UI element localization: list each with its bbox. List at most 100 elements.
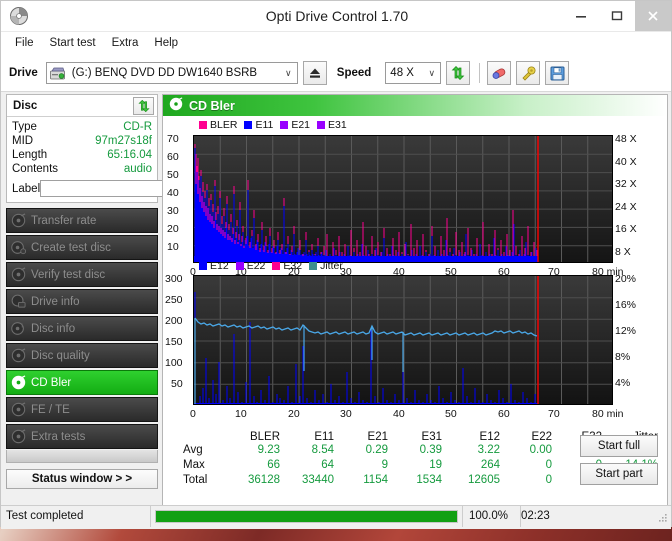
sidebar-item-cd-bler[interactable]: CD Bler (6, 370, 158, 395)
disc-verify-icon (7, 267, 29, 282)
sidebar-item-extra-tests[interactable]: Extra tests (6, 424, 158, 449)
start-full-button[interactable]: Start full (580, 435, 658, 457)
sidebar-item-create-test-disc[interactable]: Create test disc (6, 235, 158, 260)
legend-label-e32: E32 (283, 260, 303, 272)
speed-select[interactable]: 48 X ∨ (385, 62, 442, 84)
progress-bar (151, 505, 463, 527)
stats-total-e22: 0 (545, 474, 552, 486)
progress-percent-label: 100.0% (463, 505, 521, 527)
chart-e12-svg (194, 276, 612, 404)
stats-max-bler: 66 (267, 459, 280, 471)
start-buttons: Start full Start part (580, 435, 658, 491)
ytick2-200: 200 (165, 315, 183, 327)
speed-label: Speed (336, 67, 372, 79)
ytick2-50: 50 (171, 378, 183, 390)
ytick2-250: 250 (165, 294, 183, 306)
disc-quality-icon (7, 348, 29, 363)
sidebar-label-extra-tests: Extra tests (31, 430, 86, 443)
disc-row-mid: MID 97m27s18f (12, 134, 152, 148)
stats-row-label-avg: Avg (183, 444, 203, 456)
disc-row-contents: Contents audio (12, 162, 152, 176)
disc-burn-icon (7, 240, 29, 255)
stats-avg-e31: 0.39 (419, 444, 442, 456)
panel-title: CD Bler (189, 98, 235, 113)
stats-max-e21: 9 (381, 459, 388, 471)
stats-col-bler: BLER (249, 431, 280, 443)
progress-track (155, 509, 458, 523)
drive-info-icon (7, 294, 29, 309)
xtick2-60: 60 (498, 408, 510, 420)
pct-tick-8: 8% (615, 351, 631, 363)
ytick2-100: 100 (165, 357, 183, 369)
start-part-button[interactable]: Start part (580, 463, 658, 485)
stats-col-e21: E21 (367, 431, 388, 443)
elapsed-time: 02:23 (521, 510, 550, 522)
cd-bler-icon (169, 97, 183, 114)
legend-label-e11: E11 (255, 119, 274, 131)
resize-grip-icon[interactable] (658, 513, 668, 523)
menu-item-file[interactable]: File (7, 35, 42, 51)
speed-tick-16x: 16 X (615, 223, 637, 235)
legend-label-e22: E22 (246, 260, 266, 272)
content-area: Disc Type CD-R MID 97m27s18f Length 65:1… (1, 92, 671, 529)
close-button[interactable] (635, 1, 671, 31)
stats-col-e12: E12 (479, 431, 500, 443)
disc-key-contents: Contents (12, 163, 59, 175)
legend-label-e31: E31 (328, 119, 347, 131)
sidebar-item-disc-quality[interactable]: Disc quality (6, 343, 158, 368)
ytick2-150: 150 (165, 336, 183, 348)
speed-tick-32x: 32 X (615, 178, 637, 190)
eject-button[interactable] (302, 61, 327, 85)
xtick2-70: 70 (548, 408, 560, 420)
menu-item-extra[interactable]: Extra (104, 35, 147, 51)
legend-item-e32: E32 (272, 260, 302, 272)
disc-properties: Type CD-R MID 97m27s18f Length 65:16.04 … (7, 117, 244, 202)
refresh-button[interactable] (446, 61, 471, 85)
stats-avg-e21: 0.29 (365, 444, 388, 456)
sidebar-label-create-test-disc: Create test disc (31, 241, 111, 254)
ytick-70: 70 (167, 133, 179, 145)
left-pane: Disc Type CD-R MID 97m27s18f Length 65:1… (6, 94, 244, 526)
sidebar-label-disc-quality: Disc quality (31, 349, 90, 362)
menu-item-help[interactable]: Help (146, 35, 186, 51)
ytick-50: 50 (167, 169, 179, 181)
tools-button[interactable] (516, 61, 541, 85)
legend-label-jitter: Jitter (320, 260, 343, 272)
chart-e12-legend: E12 E22 E32 Jitter (199, 260, 343, 272)
legend-swatch-e11 (244, 121, 253, 129)
xtick2-20: 20 (288, 408, 300, 420)
toolbar-separator (479, 63, 481, 83)
sidebar-item-fe-te[interactable]: FE / TE (6, 397, 158, 422)
stats-total-e31: 1534 (416, 474, 442, 486)
stats-max-e11: 64 (321, 459, 334, 471)
chart-bler-legend: BLER E11 E21 E31 (199, 119, 347, 131)
legend-swatch-e31 (317, 121, 326, 129)
stats-row-label-total: Total (183, 474, 208, 486)
sidebar-label-verify-test-disc: Verify test disc (31, 268, 106, 281)
legend-swatch-e22 (235, 262, 244, 270)
save-button[interactable] (545, 61, 570, 85)
disc-key-mid: MID (12, 135, 34, 147)
pct-tick-4: 4% (615, 377, 631, 389)
ytick-10: 10 (167, 241, 179, 253)
ytick-40: 40 (167, 187, 179, 199)
sidebar-item-disc-info[interactable]: i Disc info (6, 316, 158, 341)
sidebar-item-drive-info[interactable]: Drive info (6, 289, 158, 314)
maximize-button[interactable] (599, 1, 635, 31)
xtick2-0: 0 (190, 408, 196, 420)
sidebar-item-verify-test-disc[interactable]: Verify test disc (6, 262, 158, 287)
minimize-button[interactable] (563, 1, 599, 31)
drive-select[interactable]: (G:) BENQ DVD DD DW1640 BSRB ∨ (45, 62, 298, 84)
disc-label-row: Label (12, 179, 244, 198)
menu-item-start-test[interactable]: Start test (42, 35, 104, 51)
ytick-30: 30 (167, 205, 179, 217)
stats-col-e22: E22 (531, 431, 552, 443)
chart-bler-svg (194, 136, 612, 262)
status-window-button[interactable]: Status window > > (6, 469, 158, 489)
disc-refresh-button[interactable] (133, 96, 154, 115)
sidebar-item-transfer-rate[interactable]: Transfer rate (6, 208, 158, 233)
legend-swatch-e32 (272, 262, 281, 270)
eraser-button[interactable] (487, 61, 512, 85)
sidebar-label-fe-te: FE / TE (31, 403, 70, 416)
drive-select-value: (G:) BENQ DVD DD DW1640 BSRB (71, 67, 258, 79)
